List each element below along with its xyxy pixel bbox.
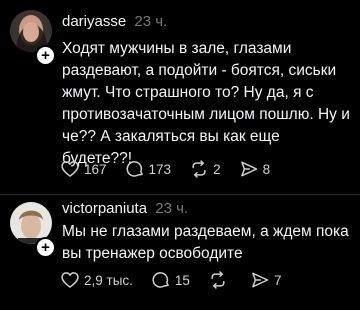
repost-button[interactable]: [208, 270, 232, 290]
post-text: Ходят мужчины в зале, глазами раздевают,…: [62, 40, 350, 167]
heart-icon: [61, 272, 79, 288]
username[interactable]: victorpaniuta: [62, 200, 147, 217]
repost-icon: [211, 271, 225, 289]
share-count: 7: [273, 272, 282, 288]
repost-icon: [192, 160, 206, 178]
username[interactable]: dariyasse: [62, 13, 126, 30]
post-header: victorpaniuta 23 ч.: [62, 200, 188, 217]
like-button[interactable]: 167: [60, 159, 107, 179]
comment-icon: [152, 272, 169, 288]
reply-count: 173: [148, 161, 172, 177]
heart-icon: [61, 161, 79, 177]
send-icon: [240, 161, 257, 177]
follow-plus-icon[interactable]: +: [35, 237, 56, 258]
like-count: 2,9 тыс.: [84, 272, 133, 288]
thread-post: + dariyasse 23 ч. Ходят мужчины в зале, …: [0, 0, 360, 194]
reply-button[interactable]: 173: [125, 159, 172, 179]
follow-plus-icon[interactable]: +: [35, 45, 56, 66]
reply-count: 15: [174, 272, 190, 288]
like-count: 167: [84, 161, 107, 177]
like-button[interactable]: 2,9 тыс.: [60, 270, 133, 290]
reply-button[interactable]: 15: [151, 270, 190, 290]
post-text: Мы не глазами раздеваем, а ждем пока вы …: [62, 223, 349, 262]
repost-count: 2: [213, 161, 221, 177]
comment-icon: [126, 161, 143, 177]
share-button[interactable]: 8: [239, 159, 271, 179]
post-header: dariyasse 23 ч.: [62, 13, 167, 30]
share-button[interactable]: 7: [250, 270, 282, 290]
repost-button[interactable]: 2: [189, 159, 221, 179]
post-actions: 167 173 2 8: [60, 159, 288, 179]
thread-post: + victorpaniuta 23 ч. Мы не глазами разд…: [0, 194, 360, 310]
send-icon: [252, 272, 269, 288]
post-actions: 2,9 тыс. 15 7: [60, 270, 299, 290]
timestamp: 23 ч.: [155, 200, 189, 217]
share-count: 8: [262, 161, 271, 177]
timestamp: 23 ч.: [134, 13, 168, 30]
